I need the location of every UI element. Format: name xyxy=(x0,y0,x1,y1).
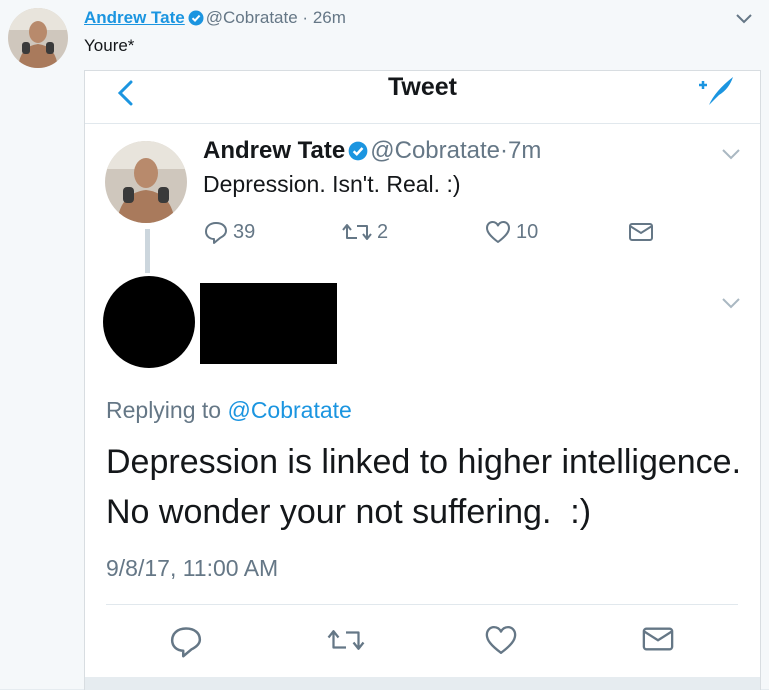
divider xyxy=(106,604,738,605)
redacted-name xyxy=(200,283,337,364)
replying-handle[interactable]: @Cobratate xyxy=(227,397,351,423)
reply-text: Depression is linked to higher intellige… xyxy=(106,437,746,537)
dm-button[interactable] xyxy=(627,217,655,247)
separator: · xyxy=(302,8,309,27)
reply-text-line: No wonder your not suffering. :) xyxy=(106,493,592,531)
tweet-actions xyxy=(85,623,760,659)
like-icon xyxy=(485,625,517,655)
reply-count: 39 xyxy=(233,220,256,243)
replying-to: Replying to @Cobratate xyxy=(106,397,352,424)
retweet-button[interactable] xyxy=(326,623,366,662)
dm-button[interactable] xyxy=(640,623,676,660)
reply-text-line: Depression is linked to higher intellige… xyxy=(106,443,742,481)
tweet-time[interactable]: 26m xyxy=(313,8,346,27)
tweet-actions: 39 2 10 xyxy=(203,217,663,247)
outer-tweet-header: Andrew Tate @Cobratate · 26m xyxy=(84,8,346,31)
author-handle[interactable]: @Cobratate xyxy=(206,8,298,27)
timestamp[interactable]: 9/8/17, 11:00 AM xyxy=(106,555,278,582)
retweet-button[interactable]: 2 xyxy=(341,217,388,247)
verified-badge-icon xyxy=(348,140,368,168)
tweet-text: Depression. Isn't. Real. :) xyxy=(203,171,461,197)
author-name[interactable]: Andrew Tate xyxy=(203,137,345,164)
dm-icon xyxy=(642,627,674,651)
redacted-avatar xyxy=(103,276,195,368)
embedded-screenshot: Tweet Andrew Tate @Cobratate·7m Depressi… xyxy=(84,70,761,690)
like-count: 10 xyxy=(516,220,539,243)
avatar[interactable] xyxy=(8,8,68,68)
tweet-time[interactable]: 7m xyxy=(508,137,541,164)
bottom-bar xyxy=(85,677,760,690)
thread-line xyxy=(145,229,150,273)
tweet-text: Youre* xyxy=(84,36,135,55)
author-handle[interactable]: @Cobratate xyxy=(370,137,500,164)
verified-badge-icon xyxy=(188,10,204,31)
nav-bar: Tweet xyxy=(85,71,760,124)
retweet-count: 2 xyxy=(377,220,389,243)
reply-icon xyxy=(205,222,227,244)
dm-icon xyxy=(629,223,653,241)
chevron-down-icon[interactable] xyxy=(721,296,741,314)
like-icon xyxy=(486,221,510,243)
reply-icon xyxy=(170,627,202,658)
reply-button[interactable]: 39 xyxy=(203,217,255,247)
chevron-down-icon[interactable] xyxy=(721,147,741,165)
retweet-icon xyxy=(327,630,365,650)
compose-icon[interactable] xyxy=(695,73,739,114)
avatar[interactable] xyxy=(105,141,187,223)
page-title: Tweet xyxy=(388,73,457,101)
replying-prefix: Replying to xyxy=(106,397,222,423)
author-name[interactable]: Andrew Tate xyxy=(84,8,185,27)
like-button[interactable] xyxy=(483,623,519,662)
original-tweet-header: Andrew Tate @Cobratate·7m xyxy=(203,137,541,168)
like-button[interactable]: 10 xyxy=(484,217,538,247)
separator: · xyxy=(500,137,509,164)
reply-button[interactable] xyxy=(168,623,204,664)
chevron-down-icon[interactable] xyxy=(735,12,753,30)
outer-tweet: Andrew Tate @Cobratate · 26m Youre* Tweet xyxy=(0,0,769,690)
retweet-icon xyxy=(342,224,372,240)
